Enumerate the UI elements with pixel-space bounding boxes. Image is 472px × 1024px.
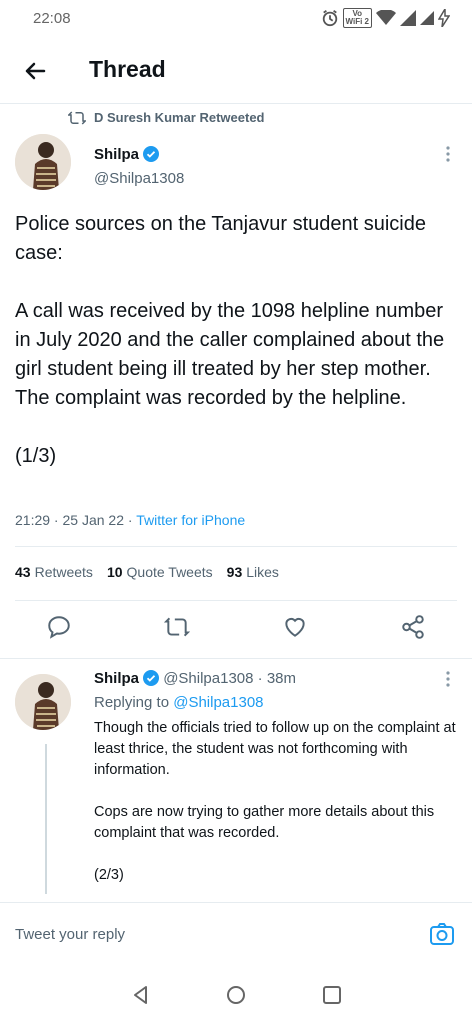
status-time: 22:08 xyxy=(33,10,71,27)
quotes-label: Quote Tweets xyxy=(126,564,213,580)
retweets-stat[interactable]: 43 Retweets xyxy=(15,564,93,580)
reply-composer: Tweet your reply xyxy=(0,902,472,966)
separator: · xyxy=(253,670,267,687)
tweet-source[interactable]: Twitter for iPhone xyxy=(136,512,245,528)
reply-paragraph: (2/3) xyxy=(94,867,124,883)
quotes-stat[interactable]: 10 Quote Tweets xyxy=(107,564,213,580)
meta-divider xyxy=(15,546,457,547)
retweet-icon xyxy=(68,110,86,125)
signal-icon xyxy=(400,10,416,26)
verified-badge-icon xyxy=(143,146,160,162)
retweeted-by-label: D Suresh Kumar Retweeted xyxy=(94,110,265,125)
verified-badge-icon xyxy=(143,670,160,686)
status-bar: 22:08 Vo WiFi 2 xyxy=(0,0,472,40)
comment-icon[interactable] xyxy=(46,614,72,640)
avatar[interactable] xyxy=(15,674,71,730)
likes-stat[interactable]: 93 Likes xyxy=(227,564,279,580)
likes-count: 93 xyxy=(226,564,243,580)
tweet-date: 25 Jan 22 xyxy=(62,512,125,528)
reply-paragraph: Cops are now trying to gather more detai… xyxy=(94,804,435,841)
tweet-actions xyxy=(0,614,472,646)
tweet-stats: 43 Retweets 10 Quote Tweets 93 Likes xyxy=(15,564,279,580)
signal-icon xyxy=(420,11,434,25)
retweets-count: 43 xyxy=(15,564,31,580)
author-handle[interactable]: @Shilpa1308 xyxy=(94,170,184,187)
author-name[interactable]: Shilpa xyxy=(94,146,139,163)
actions-divider xyxy=(0,658,472,659)
stats-divider xyxy=(15,600,457,601)
author-handle[interactable]: @Shilpa1308 xyxy=(163,670,253,687)
back-triangle-icon[interactable] xyxy=(130,984,152,1006)
reply-paragraph: Though the officials tried to follow up … xyxy=(94,720,456,778)
reply-author-line: Shilpa @Shilpa1308 · 38m xyxy=(94,670,296,687)
avatar-photo xyxy=(15,134,71,190)
retweets-label: Retweets xyxy=(34,564,93,580)
alarm-icon xyxy=(322,10,337,27)
wifi-calling-label: WiFi 2 xyxy=(345,17,369,26)
quotes-count: 10 xyxy=(106,564,123,580)
wifi-icon xyxy=(376,10,396,25)
reply-input[interactable]: Tweet your reply xyxy=(15,926,125,943)
replying-to-handle[interactable]: @Shilpa1308 xyxy=(173,694,263,711)
author-name[interactable]: Shilpa xyxy=(94,670,139,687)
tweet-paragraph: A call was received by the 1098 helpline… xyxy=(15,300,445,409)
tweet-meta: 21:29 · 25 Jan 22 · Twitter for iPhone xyxy=(15,512,246,528)
like-icon[interactable] xyxy=(282,614,308,640)
tweet-time: 21:29 xyxy=(15,512,51,528)
more-options-icon[interactable] xyxy=(443,145,453,163)
tweet-text: Police sources on the Tanjavur student s… xyxy=(15,210,455,500)
camera-icon[interactable] xyxy=(428,920,456,948)
retweet-icon[interactable] xyxy=(164,614,190,640)
avatar-photo xyxy=(15,674,71,730)
header-divider xyxy=(0,103,472,104)
retweet-context[interactable]: D Suresh Kumar Retweeted xyxy=(68,110,265,125)
tweet-paragraph: (1/3) xyxy=(15,445,57,467)
reply-text: Though the officials tried to follow up … xyxy=(94,718,464,907)
recents-square-icon[interactable] xyxy=(321,984,343,1006)
replying-prefix: Replying to xyxy=(94,694,170,711)
system-nav-bar xyxy=(0,966,472,1024)
status-icons: Vo WiFi 2 xyxy=(321,8,450,28)
more-options-icon[interactable] xyxy=(443,670,453,688)
charging-icon xyxy=(438,9,450,27)
page-title: Thread xyxy=(89,56,166,82)
likes-label: Likes xyxy=(246,564,279,580)
volte-wifi-icon: Vo WiFi 2 xyxy=(342,8,372,28)
author-line: Shilpa xyxy=(94,146,160,164)
replying-to: Replying to @Shilpa1308 xyxy=(94,694,264,711)
home-circle-icon[interactable] xyxy=(225,984,247,1006)
app-header: Thread xyxy=(0,44,472,100)
tweet-paragraph: Police sources on the Tanjavur student s… xyxy=(15,213,426,264)
share-icon[interactable] xyxy=(400,614,426,640)
tweet-age: 38m xyxy=(266,670,297,687)
avatar[interactable] xyxy=(15,134,71,190)
arrow-left-icon[interactable] xyxy=(20,56,50,86)
thread-connector xyxy=(45,744,47,894)
